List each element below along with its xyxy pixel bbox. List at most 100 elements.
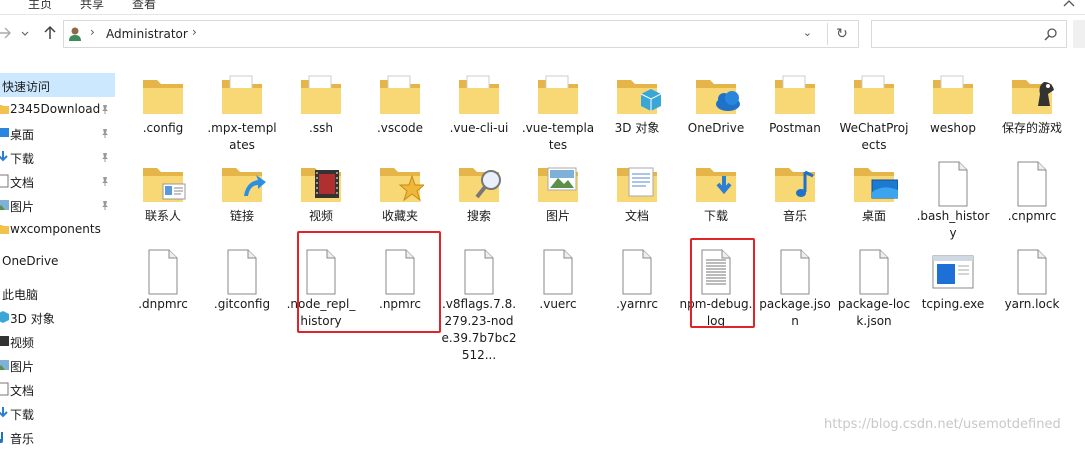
search-icon	[1044, 28, 1057, 41]
file-icon	[218, 248, 266, 296]
folder-icon	[929, 72, 977, 120]
file-name: tcping.exe	[921, 297, 985, 311]
file-name: .config	[142, 121, 184, 135]
file-name: .ssh	[309, 121, 333, 135]
file-name: WeChatProjects	[839, 121, 909, 152]
folder-icon	[218, 72, 266, 120]
tab-home[interactable]: 主页	[28, 0, 52, 12]
folder-icon	[297, 72, 345, 120]
download-icon	[0, 406, 10, 420]
sidebar-item[interactable]: 下载	[0, 401, 115, 425]
sidebar-item-label: 下载	[10, 152, 35, 166]
sidebar-item-label: 快速访问	[2, 80, 51, 94]
folder-icon	[455, 160, 503, 208]
sidebar-item-label: 2345Download	[10, 102, 101, 116]
user-folder-icon	[69, 27, 81, 41]
chevron-down-icon[interactable]: ⌄	[803, 26, 812, 39]
file-name: 保存的游戏	[1001, 121, 1062, 135]
file-name: 图片	[545, 209, 570, 223]
desktop-icon	[0, 126, 10, 140]
pin-icon[interactable]	[100, 103, 110, 114]
file-icon	[534, 248, 582, 296]
folder-icon	[376, 160, 426, 208]
folder-icon	[1008, 72, 1056, 120]
file-name: .bash_history	[916, 209, 990, 240]
folder-icon	[139, 160, 187, 208]
folder-icon	[850, 160, 899, 208]
folder-icon	[692, 160, 740, 208]
sidebar-item[interactable]: 快速访问	[0, 73, 115, 97]
file-name: Postman	[769, 121, 821, 135]
file-name: 链接	[229, 209, 254, 223]
folder-icon	[218, 160, 266, 208]
file-icon	[139, 248, 187, 296]
folder-icon	[613, 160, 661, 208]
file-icon	[1008, 160, 1056, 208]
file-name: weshop	[929, 121, 976, 135]
picture-icon	[0, 358, 10, 372]
sidebar-item-label: 此电脑	[2, 288, 39, 302]
sidebar-item-label: 3D 对象	[10, 312, 55, 326]
file-name: .v8flags.7.8.279.23-node.39.7b7bc2512...	[441, 297, 517, 362]
sidebar-item[interactable]: 视频	[0, 329, 115, 353]
sidebar-item[interactable]: 此电脑	[0, 281, 115, 305]
sidebar-item[interactable]: 下载	[0, 145, 115, 169]
sidebar-item[interactable]: 音乐	[0, 425, 115, 449]
file-name: .vue-cli-ui	[449, 121, 509, 135]
file-name: package.json	[759, 297, 831, 328]
recent-locations-icon[interactable]	[20, 25, 30, 41]
pin-icon[interactable]	[100, 199, 110, 210]
address-bar[interactable]: › Administrator › ⌄ ↻	[63, 20, 859, 48]
tab-view[interactable]: 查看	[132, 0, 156, 12]
file-name: .vscode	[376, 121, 424, 135]
cube-icon	[0, 310, 10, 324]
sidebar-item[interactable]: 文档	[0, 169, 115, 193]
pin-icon[interactable]	[100, 151, 110, 162]
sidebar-item-label: 文档	[10, 176, 35, 190]
sidebar-item[interactable]: 3D 对象	[0, 305, 115, 329]
sidebar-item-label: 下载	[10, 408, 35, 422]
sidebar-item[interactable]: 文档	[0, 377, 115, 401]
file-name: .dnpmrc	[138, 297, 188, 311]
pin-icon[interactable]	[100, 175, 110, 186]
sidebar-item-label: OneDrive	[2, 254, 59, 268]
sidebar-item[interactable]: OneDrive	[0, 249, 115, 273]
collapse-ribbon-icon[interactable]	[1063, 0, 1075, 8]
file-name: 下载	[703, 209, 728, 223]
refresh-icon[interactable]: ↻	[834, 26, 850, 42]
video-icon	[0, 334, 10, 348]
sidebar-item-label: 桌面	[10, 128, 35, 142]
file-name: package-lock.json	[837, 297, 911, 328]
navigation-pane: 快速访问 2345Download 桌面 下载 文档 图片 wxcomponents OneD…	[0, 70, 115, 446]
tab-share[interactable]: 共享	[80, 0, 104, 12]
sidebar-item[interactable]: 桌面	[0, 121, 115, 145]
file-name: 音乐	[782, 209, 807, 223]
document-icon	[0, 382, 10, 396]
chevron-right-icon[interactable]: ›	[192, 25, 197, 39]
sidebar-item[interactable]: wxcomponents	[0, 217, 115, 241]
watermark: https://blog.csdn.net/usemotdefined	[824, 417, 1061, 432]
up-icon[interactable]	[42, 25, 58, 41]
file-icon	[850, 248, 898, 296]
picture-icon	[0, 198, 10, 212]
folder-icon	[771, 160, 819, 208]
breadcrumb-administrator[interactable]: Administrator	[106, 27, 188, 41]
scrollbar-track[interactable]	[1073, 20, 1085, 48]
folder-icon	[139, 72, 187, 120]
file-name: 视频	[308, 209, 333, 223]
folder-icon	[376, 72, 424, 120]
music-icon	[0, 430, 10, 444]
highlight-box	[690, 238, 755, 328]
sidebar-item[interactable]: 2345Download	[0, 97, 115, 121]
file-icon	[1008, 248, 1056, 296]
file-icon	[455, 248, 503, 296]
sidebar-item-label: wxcomponents	[10, 222, 101, 236]
folder-icon	[0, 222, 10, 236]
file-name: .vuerc	[539, 297, 577, 311]
pin-icon[interactable]	[100, 127, 110, 138]
sidebar-item[interactable]: 图片	[0, 193, 115, 217]
forward-icon[interactable]	[0, 25, 12, 41]
search-input[interactable]	[871, 20, 1067, 48]
sidebar-item[interactable]: 图片	[0, 353, 115, 377]
sidebar-item-label: 图片	[10, 360, 35, 374]
